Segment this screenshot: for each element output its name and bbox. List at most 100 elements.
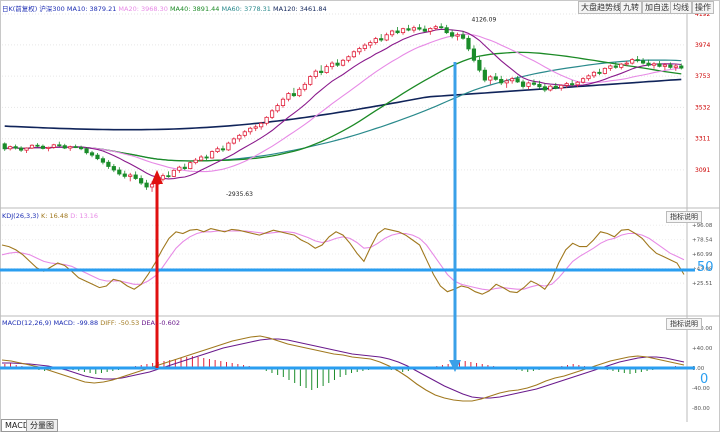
macd-tick-label: +40.00 xyxy=(692,346,713,352)
candle-body xyxy=(444,27,449,34)
candle-body xyxy=(220,148,226,151)
candle-body xyxy=(400,28,406,34)
candle-body xyxy=(297,88,302,97)
y-tick-label: 3532 xyxy=(695,104,710,111)
candle-body xyxy=(586,75,591,80)
candle-body xyxy=(242,131,247,136)
candle-body xyxy=(329,62,335,68)
candle-body xyxy=(106,161,111,167)
toolbar-button-2[interactable]: 加自选 xyxy=(642,1,672,14)
candle-body xyxy=(624,62,629,65)
price-annotation: 4126.09 xyxy=(471,16,496,23)
kdj-legend-item: D: 13.16 xyxy=(70,212,99,220)
candle-body xyxy=(62,145,67,149)
candle-body xyxy=(133,174,138,179)
candle-body xyxy=(450,32,455,37)
candle-body xyxy=(439,26,444,29)
candle-body xyxy=(384,34,389,41)
candle-body xyxy=(226,142,231,151)
candle-body xyxy=(199,156,204,161)
candle-body xyxy=(346,56,351,61)
ma10-line xyxy=(4,28,682,180)
macd-tick-label: -80.00 xyxy=(692,406,710,412)
candle-body xyxy=(209,151,215,159)
candle-body xyxy=(193,159,198,164)
candle-body xyxy=(630,59,635,64)
candle-body xyxy=(237,134,242,140)
candle-body xyxy=(542,86,547,91)
candle-body xyxy=(619,63,624,68)
candle-body xyxy=(122,173,127,177)
candle-body xyxy=(428,28,433,32)
candle-body xyxy=(319,70,324,73)
candle-body xyxy=(395,30,400,34)
toolbar-button-4[interactable]: 操作 xyxy=(692,1,714,14)
candle-body xyxy=(548,85,553,91)
candle-body xyxy=(608,65,613,69)
macd-legend-item: MACD(12,26,9) xyxy=(2,319,54,327)
candle-body xyxy=(575,81,580,86)
candle-body xyxy=(177,166,182,171)
candle-body xyxy=(171,169,176,177)
macd-indicator-help-button[interactable]: 指标说明 xyxy=(666,318,702,330)
y-tick-label: 3311 xyxy=(695,136,710,143)
candle-body xyxy=(73,146,78,149)
candle-body xyxy=(335,62,340,66)
candle-body xyxy=(559,84,564,89)
ma40-line xyxy=(4,51,682,162)
kdj-tick-label: +25.51 xyxy=(692,281,712,287)
candle-body xyxy=(166,175,171,178)
kdj-legend-item: KDJ(26,3,3) xyxy=(2,212,41,220)
candle-body xyxy=(24,147,29,151)
candle-body xyxy=(591,71,597,77)
candle-body xyxy=(51,144,56,148)
toolbar-button-3[interactable]: 均线 xyxy=(670,1,692,14)
candle-body xyxy=(302,83,307,90)
main-legend-item: MA120: 3461.84 xyxy=(273,5,327,13)
tab-volume[interactable]: 分量图 xyxy=(26,419,58,432)
candle-body xyxy=(57,144,62,147)
candle-body xyxy=(537,83,542,88)
candle-body xyxy=(673,65,678,68)
candle-body xyxy=(646,62,651,66)
candle-body xyxy=(89,152,95,156)
candle-body xyxy=(488,76,493,81)
candle-body xyxy=(79,146,84,150)
candle-body xyxy=(433,26,438,29)
toolbar-button-1[interactable]: 九转 xyxy=(620,1,642,14)
candle-body xyxy=(308,76,313,85)
candle-body xyxy=(188,162,193,169)
kdj-annotation-50: 50 xyxy=(697,260,714,275)
chart-canvas: 4192397437533532331130914126.09-2935.63+… xyxy=(0,0,720,432)
candle-body xyxy=(520,81,526,87)
candle-body xyxy=(357,48,362,53)
candle-body xyxy=(493,76,498,80)
candle-body xyxy=(68,146,73,149)
candle-body xyxy=(259,122,264,128)
kdj-k-line xyxy=(1,228,685,295)
candle-body xyxy=(351,51,357,58)
candle-body xyxy=(602,67,607,74)
candle-body xyxy=(662,64,667,67)
macd-legend-item: DEA: -0.602 xyxy=(141,319,181,327)
main-legend-item: MA10: 3879.21 xyxy=(66,5,119,13)
candle-body xyxy=(46,146,51,149)
candle-body xyxy=(510,78,515,82)
candle-body xyxy=(657,63,662,67)
candle-body xyxy=(411,27,417,31)
kdj-tick-label: +60.99 xyxy=(692,252,713,258)
candle-body xyxy=(231,138,236,144)
candle-body xyxy=(13,146,18,149)
toolbar-button-0[interactable]: 大盘趋势线 xyxy=(578,1,624,14)
candle-body xyxy=(406,28,411,31)
candle-body xyxy=(139,178,144,184)
macd-legend-item: DIFF: -50.53 xyxy=(100,319,142,327)
candle-body xyxy=(313,70,318,77)
candle-body xyxy=(253,126,258,129)
kdj-indicator-help-button[interactable]: 指标说明 xyxy=(666,211,702,223)
y-tick-label: 3091 xyxy=(695,167,710,174)
candle-body xyxy=(160,175,166,180)
candle-body xyxy=(340,59,346,66)
price-annotation: -2935.63 xyxy=(226,191,253,198)
candle-body xyxy=(679,65,684,69)
